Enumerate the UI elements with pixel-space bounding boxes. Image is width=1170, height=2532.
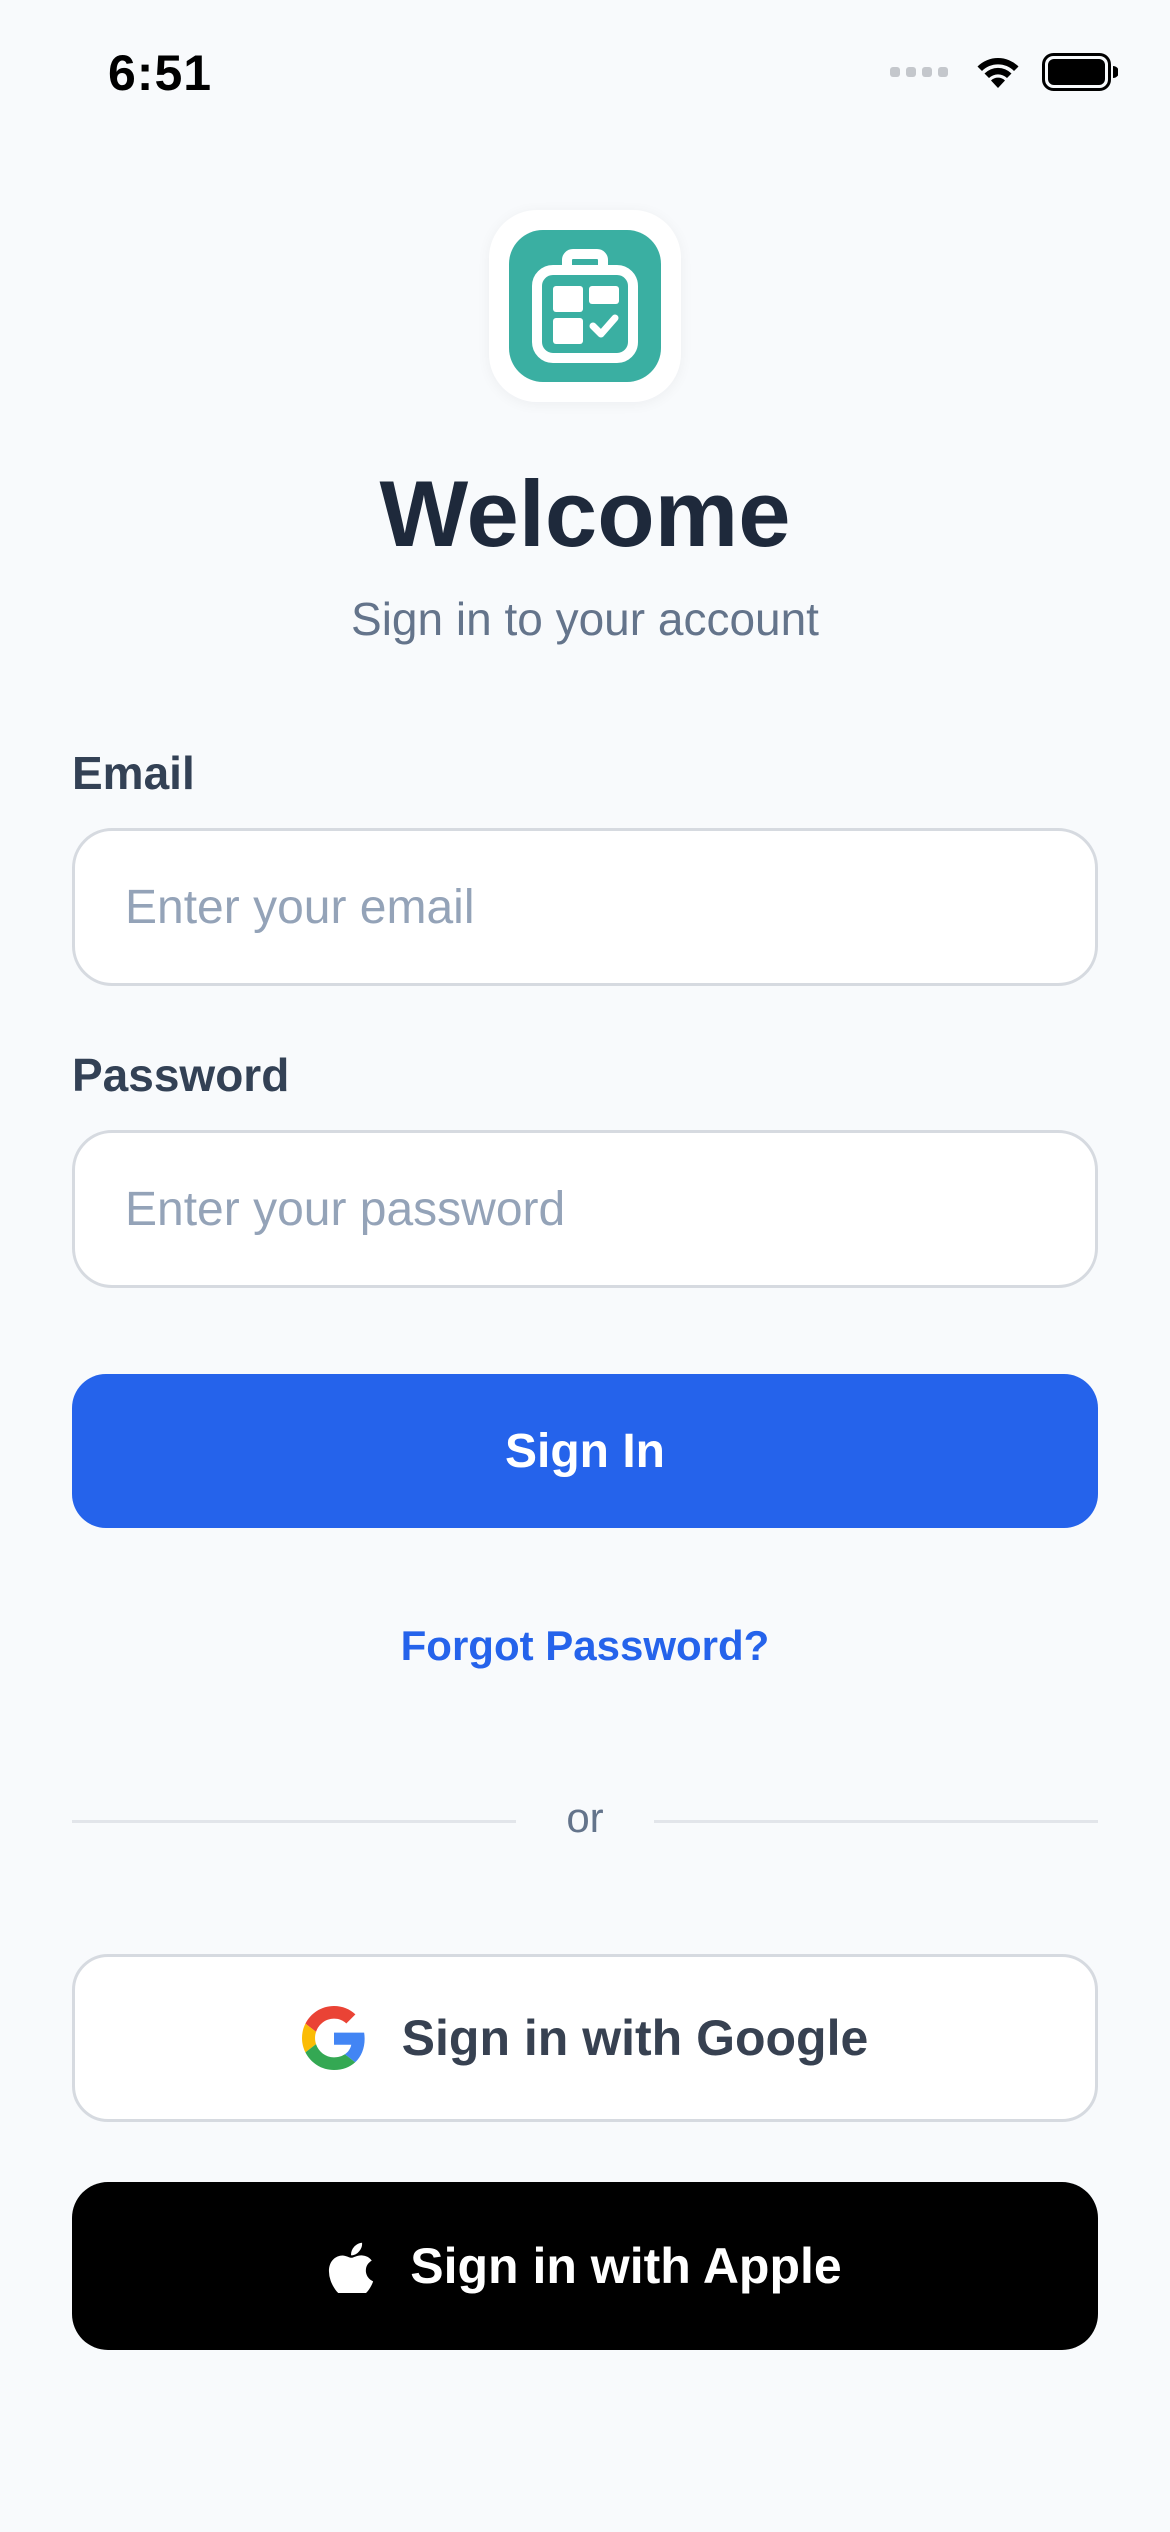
google-icon	[301, 2006, 365, 2070]
email-field[interactable]	[72, 828, 1098, 986]
email-label: Email	[72, 747, 195, 799]
google-button-label: Sign in with Google	[401, 2010, 869, 2066]
cellular-signal-icon	[890, 67, 948, 77]
status-bar: 6:51	[0, 0, 1170, 150]
divider-line-right	[654, 1820, 1098, 1823]
battery-icon	[1042, 53, 1118, 91]
forgot-password-link[interactable]: Forgot Password?	[0, 1622, 1170, 1670]
status-icons	[890, 52, 1118, 92]
password-label: Password	[72, 1049, 290, 1101]
password-field[interactable]	[72, 1130, 1098, 1288]
sign-in-button[interactable]: Sign In	[72, 1374, 1098, 1528]
briefcase-checklist-icon	[509, 230, 661, 382]
apple-icon	[329, 2242, 374, 2293]
wifi-icon	[977, 58, 1019, 88]
app-logo	[489, 210, 681, 402]
google-sign-in-button[interactable]: Sign in with Google	[72, 1954, 1098, 2122]
status-time: 6:51	[108, 45, 213, 101]
page-title: Welcome	[379, 461, 791, 566]
apple-button-label: Sign in with Apple	[410, 2238, 842, 2294]
divider-or-text: or	[566, 1794, 604, 1841]
page-subtitle: Sign in to your account	[351, 593, 819, 645]
apple-sign-in-button[interactable]: Sign in with Apple	[72, 2182, 1098, 2350]
